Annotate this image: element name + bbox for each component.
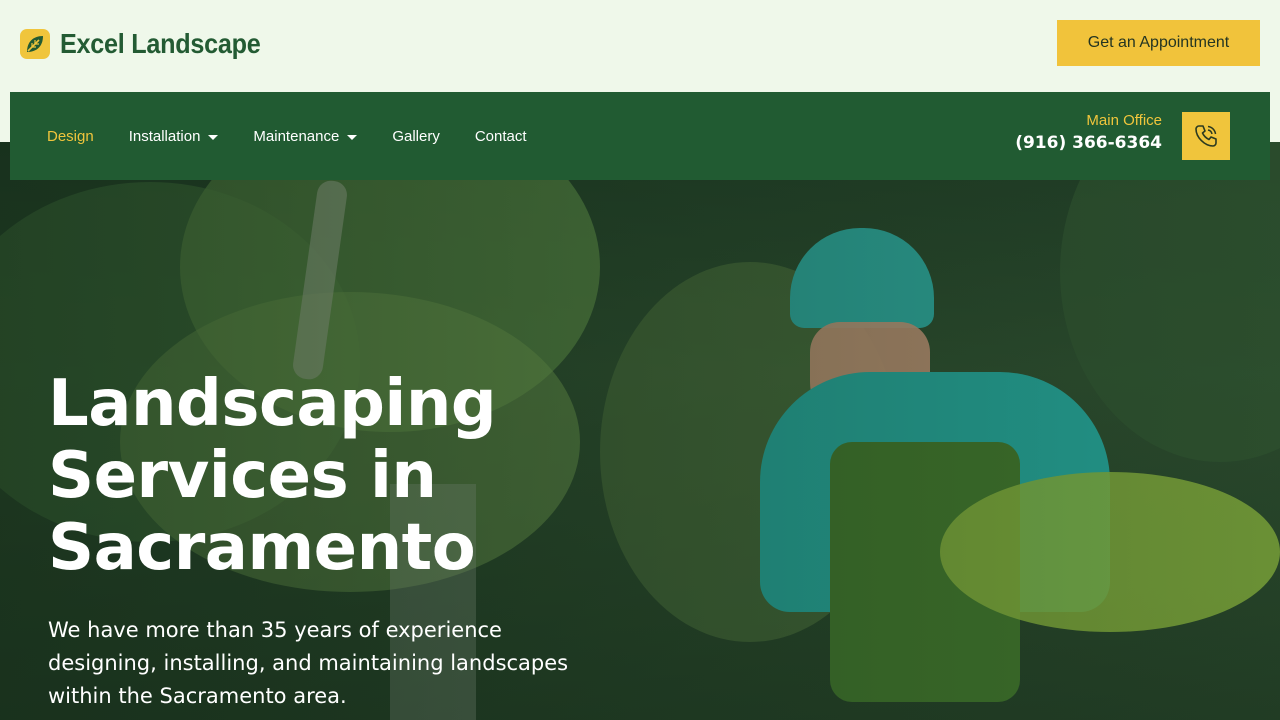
nav-item-gallery[interactable]: Gallery (392, 128, 440, 145)
nav-item-contact[interactable]: Contact (475, 128, 527, 145)
nav-item-label: Installation (128, 127, 201, 145)
main-nav: Design Installation Maintenance Gallery … (10, 92, 1270, 180)
get-appointment-button[interactable]: Get an Appointment (1057, 20, 1260, 66)
hero-title-line: Services in (48, 439, 437, 513)
leaf-icon (20, 29, 50, 59)
hero-title-line: Landscaping (48, 367, 497, 441)
nav-item-maintenance[interactable]: Maintenance (253, 127, 358, 145)
phone-icon (1195, 125, 1217, 147)
office-phone-number[interactable]: (916) 366-6364 (1015, 133, 1162, 153)
nav-item-label: Gallery (392, 127, 440, 145)
main-office-contact: Main Office (916) 366-6364 (1015, 112, 1162, 153)
office-label: Main Office (1086, 112, 1162, 129)
caret-down-icon (347, 134, 358, 140)
hero-title-line: Sacramento (48, 511, 476, 585)
caret-down-icon (208, 134, 219, 140)
brand-link[interactable]: Excel Landscape (20, 26, 283, 62)
hero-subtitle: We have more than 35 years of experience… (48, 618, 569, 708)
nav-item-label: Design (47, 127, 94, 145)
hero-title: Landscaping Services in Sacramento (48, 368, 648, 584)
nav-menu: Design Installation Maintenance Gallery … (47, 92, 527, 180)
nav-item-label: Contact (474, 127, 527, 145)
nav-item-design[interactable]: Design (47, 128, 94, 145)
brand-name: Excel Landscape (60, 28, 261, 59)
nav-item-label: Maintenance (253, 127, 340, 145)
nav-item-installation[interactable]: Installation (129, 128, 219, 145)
call-button[interactable] (1182, 112, 1230, 160)
